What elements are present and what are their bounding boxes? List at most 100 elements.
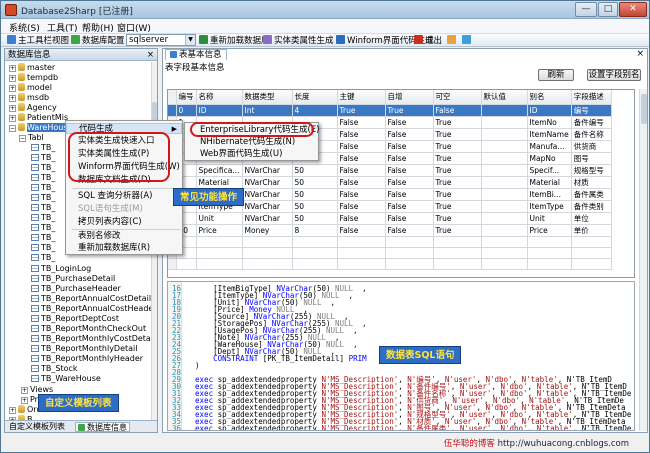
tree-node-table[interactable]: TB_ReportMonthCheckOut xyxy=(31,324,146,334)
column-header[interactable]: 可空 xyxy=(433,90,482,105)
table-cell[interactable]: False xyxy=(385,176,434,189)
table-cell[interactable]: 50 xyxy=(292,164,338,177)
home-icon[interactable] xyxy=(447,35,456,46)
tree-node-table[interactable]: TB_ReportDeptCost xyxy=(31,314,119,324)
table-cell[interactable]: True xyxy=(385,104,434,117)
tree-node-db[interactable]: + model xyxy=(9,83,52,93)
table-cell[interactable]: 50 xyxy=(292,200,338,213)
tree-node-db[interactable]: + Agency xyxy=(9,103,57,113)
menu-window[interactable]: 窗口(W) xyxy=(117,21,151,34)
table-cell[interactable]: False xyxy=(337,188,386,201)
tree-node-db[interactable]: + PatientMis xyxy=(9,113,68,123)
table-cell[interactable]: True xyxy=(433,128,482,141)
expand-icon[interactable]: + xyxy=(9,105,16,112)
table-cell[interactable]: False xyxy=(337,224,386,237)
table-cell[interactable]: 备件名称 xyxy=(571,128,612,141)
table-cell[interactable]: False xyxy=(385,188,434,201)
table-cell[interactable]: False xyxy=(385,140,434,153)
column-header[interactable]: 名称 xyxy=(196,90,243,105)
close-button[interactable]: ✕ xyxy=(619,2,647,17)
table-cell[interactable] xyxy=(481,212,528,225)
table-cell[interactable]: 4 xyxy=(292,104,338,117)
toolbar-exit-button[interactable]: 退出 xyxy=(414,35,442,46)
table-cell[interactable]: False xyxy=(385,164,434,177)
table-cell[interactable]: False xyxy=(385,128,434,141)
table-cell[interactable] xyxy=(481,116,528,129)
set-alias-button[interactable]: 设置字段别名 xyxy=(587,69,641,81)
tree-node-table[interactable]: TB_ReportMonthlyCostDetail xyxy=(31,334,153,344)
tree-node-table[interactable]: TB_ReportMonthlyHeader xyxy=(31,354,143,364)
refresh-button[interactable]: 刷新 xyxy=(538,69,574,81)
table-cell[interactable] xyxy=(481,152,528,165)
table-cell[interactable]: ItemBi... xyxy=(527,188,572,201)
collapse-icon[interactable]: − xyxy=(9,125,16,132)
table-cell[interactable]: Specifica... xyxy=(196,164,243,177)
table-cell[interactable]: 50 xyxy=(292,212,338,225)
menu-tools[interactable]: 工具(T) xyxy=(47,21,78,34)
tree-node-table[interactable]: TB_ xyxy=(31,223,55,233)
table-cell[interactable]: 50 xyxy=(292,188,338,201)
table-cell[interactable] xyxy=(481,224,528,237)
collapse-icon[interactable]: − xyxy=(19,135,26,142)
column-header[interactable]: 字段描述 xyxy=(571,90,612,105)
tree-node-db[interactable]: + master xyxy=(9,63,55,73)
right-scrollbar[interactable] xyxy=(639,89,647,431)
table-cell[interactable]: False xyxy=(337,140,386,153)
table-cell[interactable]: True xyxy=(433,116,482,129)
table-cell[interactable]: False xyxy=(385,212,434,225)
expand-icon[interactable]: + xyxy=(9,95,16,102)
table-cell[interactable] xyxy=(481,140,528,153)
table-cell[interactable]: False xyxy=(385,200,434,213)
table-cell[interactable]: Price xyxy=(196,224,243,237)
tree-node-table[interactable]: TB_ReportAnnualCostHeader xyxy=(31,304,153,314)
menu-item-reload-db[interactable]: 重新加载数据库(R) xyxy=(66,243,182,254)
table-cell[interactable]: 0 xyxy=(176,104,197,117)
table-cell[interactable]: Money xyxy=(242,224,293,237)
table-cell[interactable]: False xyxy=(337,164,386,177)
maximize-button[interactable]: □ xyxy=(598,2,618,17)
menu-system[interactable]: 系统(S) xyxy=(9,21,40,34)
pin-icon[interactable]: × xyxy=(147,49,154,61)
tab-table-basic-info[interactable]: 表基本信息 xyxy=(165,49,227,60)
table-cell[interactable]: Int xyxy=(242,104,293,117)
minimize-button[interactable]: — xyxy=(575,2,597,17)
table-cell[interactable]: ID xyxy=(527,104,572,117)
table-cell[interactable]: True xyxy=(433,200,482,213)
tree-node-db[interactable]: + tempdb xyxy=(9,73,58,83)
table-cell[interactable]: 规格型号 xyxy=(571,164,612,177)
tree-node-table[interactable]: TB_ xyxy=(31,183,55,193)
table-cell[interactable]: MapNo xyxy=(527,152,572,165)
toolbar-entity-gen-button[interactable]: 实体类属性生成 xyxy=(263,35,334,46)
tree-node-table[interactable]: TB_ReportMonthlyDetail xyxy=(31,344,138,354)
expand-icon[interactable]: + xyxy=(9,115,16,122)
tree-node-table[interactable]: TB_ xyxy=(31,233,55,243)
table-cell[interactable]: ID xyxy=(196,104,243,117)
table-cell[interactable]: 8 xyxy=(292,224,338,237)
table-cell[interactable]: 单位 xyxy=(571,212,612,225)
table-cell[interactable]: Specif... xyxy=(527,164,572,177)
tab-database-info[interactable]: 数据库信息 xyxy=(75,422,130,432)
menu-help[interactable]: 帮助(H) xyxy=(82,21,114,34)
table-cell[interactable]: False xyxy=(337,116,386,129)
table-cell[interactable] xyxy=(481,104,528,117)
table-cell[interactable]: False xyxy=(433,104,482,117)
table-cell[interactable]: Manufa... xyxy=(527,140,572,153)
table-cell[interactable]: True xyxy=(433,176,482,189)
close-icon[interactable]: × xyxy=(636,49,644,59)
table-cell[interactable]: True xyxy=(433,152,482,165)
table-cell[interactable]: True xyxy=(433,224,482,237)
expand-icon[interactable]: + xyxy=(9,407,16,414)
menu-item-copy-list[interactable]: 拷贝列表内容(C) xyxy=(66,217,182,228)
column-header[interactable]: 别名 xyxy=(527,90,572,105)
table-cell[interactable]: False xyxy=(337,212,386,225)
table-cell[interactable]: Unit xyxy=(527,212,572,225)
tree-node-table[interactable]: TB_Stock xyxy=(31,364,78,374)
table-cell[interactable]: False xyxy=(385,152,434,165)
table-cell[interactable]: NVarChar xyxy=(242,176,293,189)
table-cell[interactable]: 50 xyxy=(292,176,338,189)
tab-template-list[interactable]: 自定义模板列表 xyxy=(7,422,67,432)
table-cell[interactable]: True xyxy=(433,140,482,153)
table-cell[interactable]: True xyxy=(337,104,386,117)
tree-node-table[interactable]: TB_ xyxy=(31,243,55,253)
table-cell[interactable]: NVarChar xyxy=(242,212,293,225)
